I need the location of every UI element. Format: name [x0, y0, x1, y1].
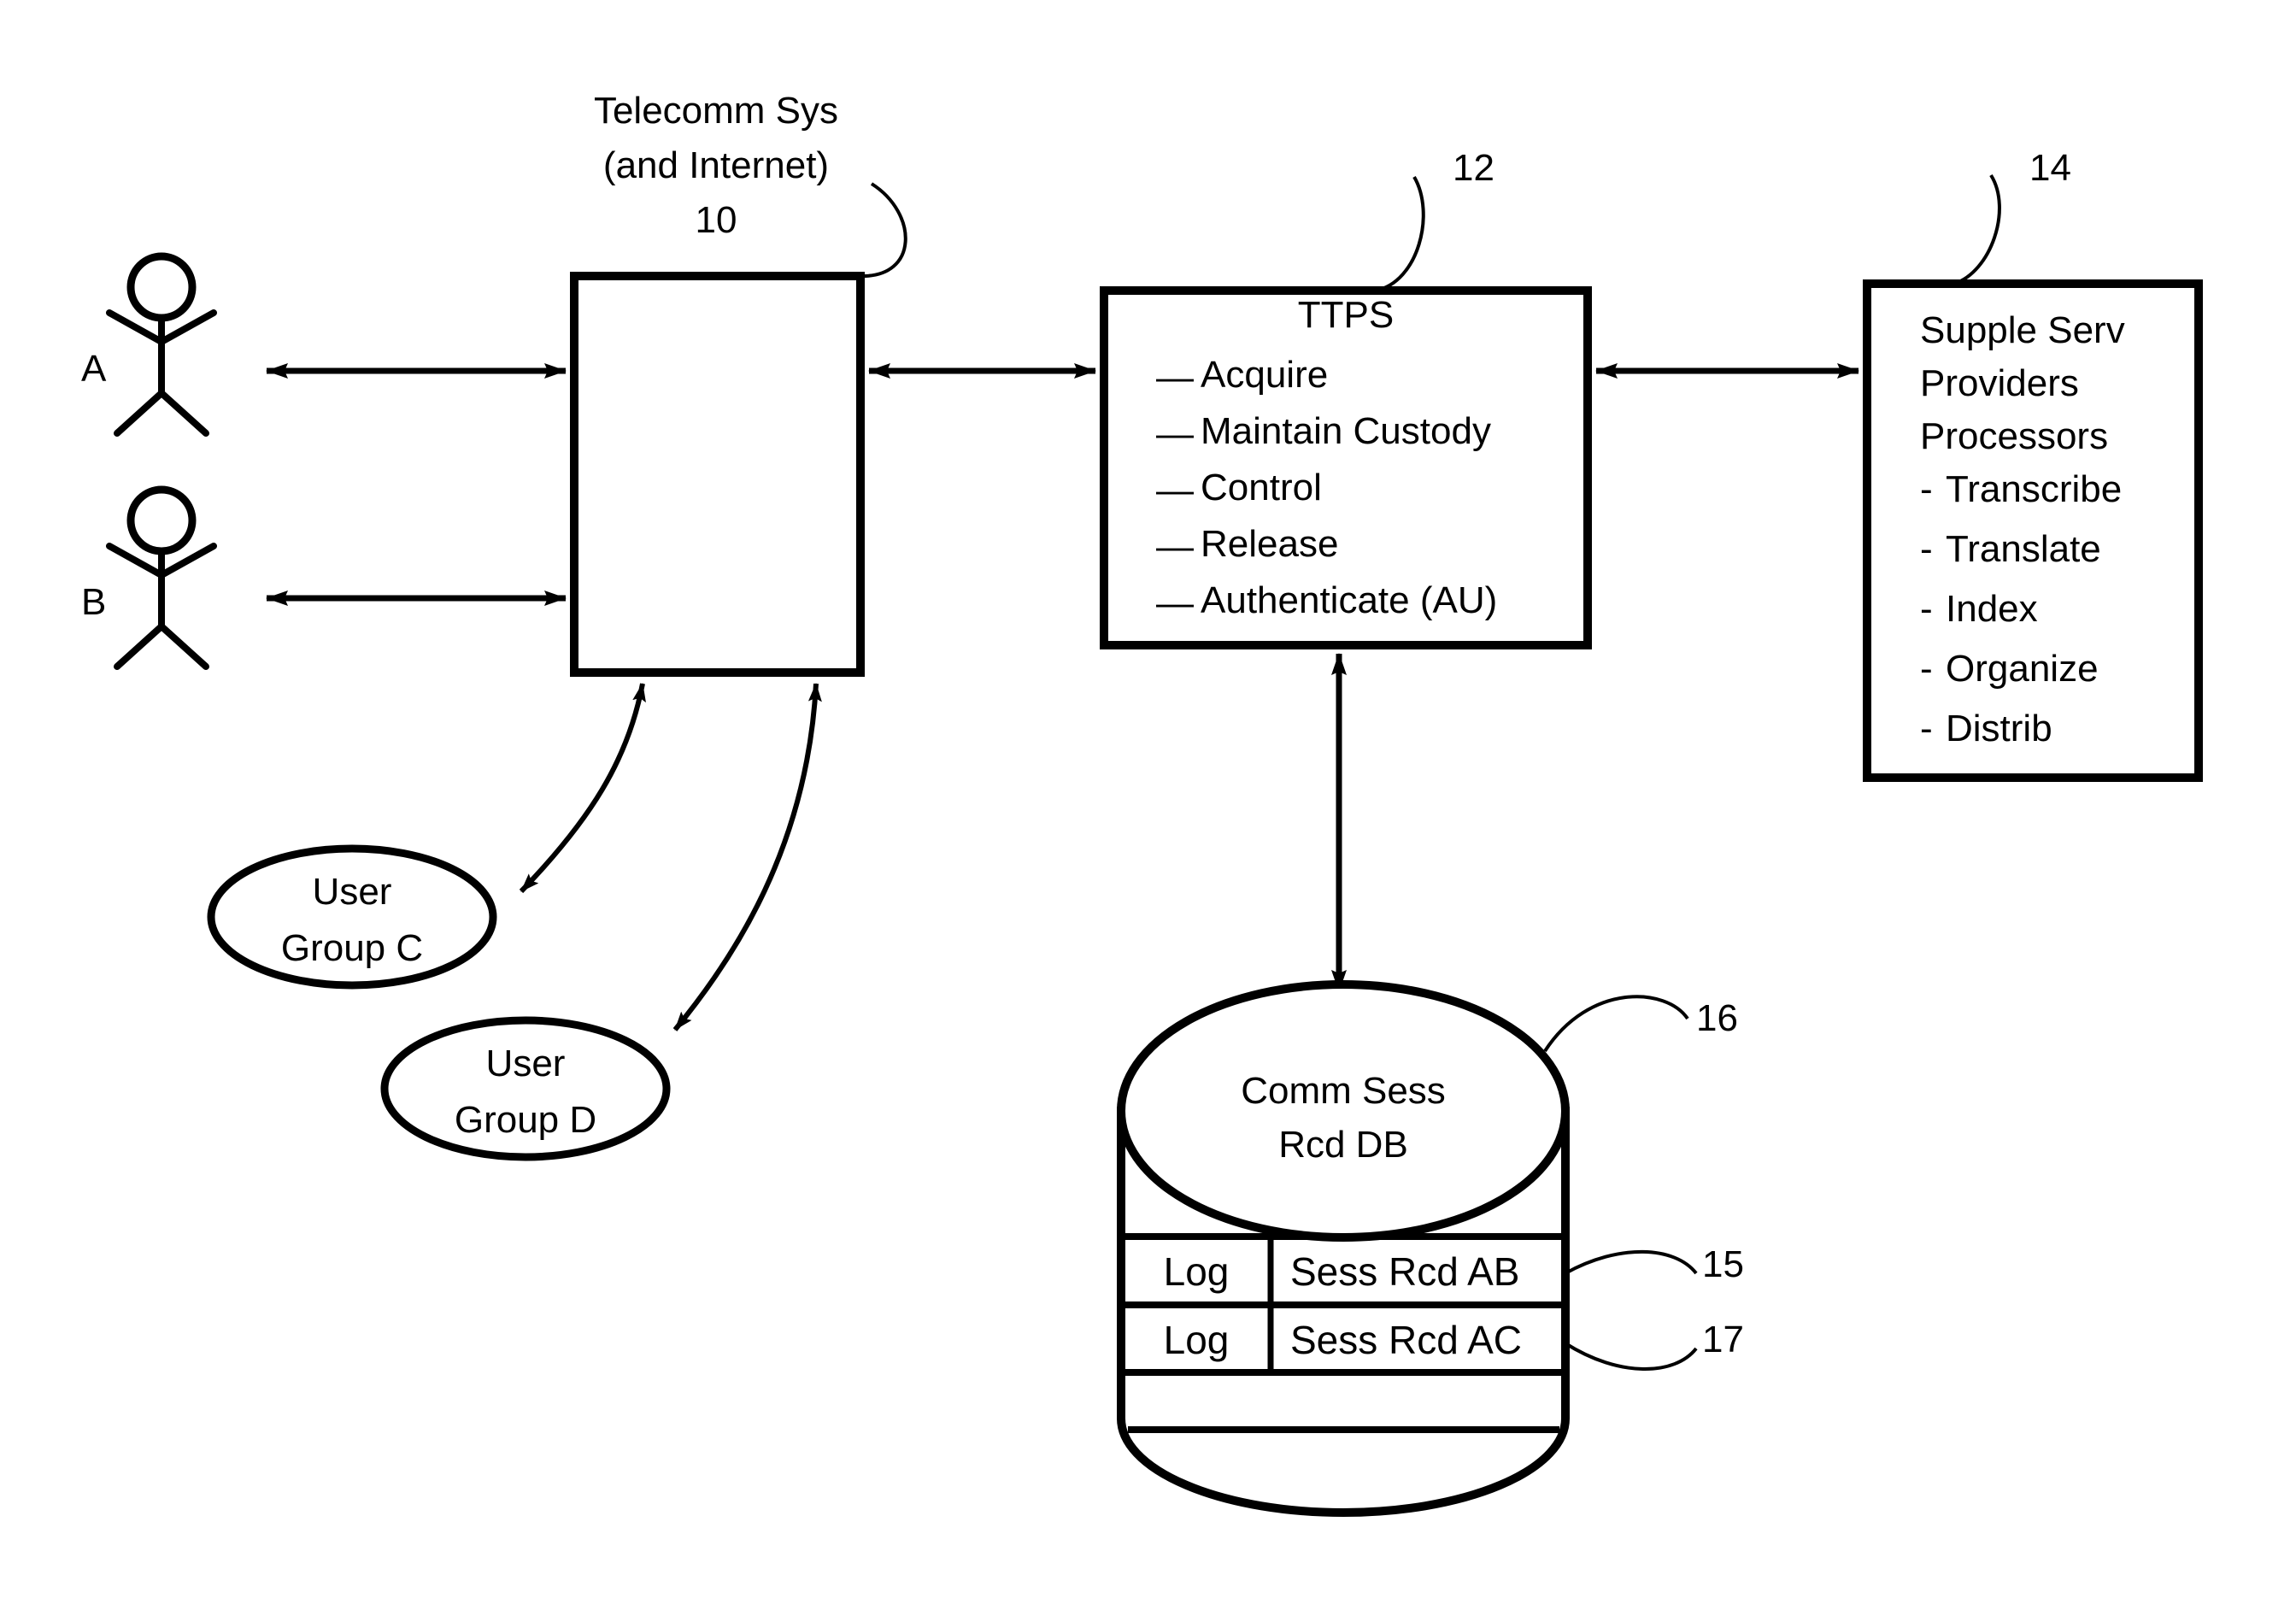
- ttps-bullet-2: —: [1156, 469, 1194, 511]
- arrow-telecom-to-user-group-d: [672, 683, 822, 1031]
- reference-numeral-15: 15: [1702, 1243, 1744, 1285]
- database-title-line2: Rcd DB: [1278, 1124, 1408, 1166]
- database-row-0-log: Log: [1163, 1249, 1230, 1294]
- ttps-item-0: Acquire: [1201, 354, 1329, 396]
- user-group-c-line1: User: [312, 871, 392, 913]
- ttps-title: TTPS: [1297, 294, 1395, 336]
- supple-bullet-2: -: [1920, 588, 1933, 630]
- supple-bullet-4: -: [1920, 708, 1933, 749]
- reference-numeral-12: 12: [1453, 147, 1494, 189]
- leader-line-16: [1543, 995, 1689, 1053]
- ttps-bullet-4: —: [1156, 582, 1194, 624]
- supple-bullet-1: -: [1920, 528, 1933, 570]
- leader-line-10: [860, 182, 907, 279]
- arrow-telecom-to-user-group-c: [519, 683, 646, 894]
- stick-figure-b-glyph: [106, 485, 217, 670]
- supple-item-4: Distrib: [1946, 708, 2052, 749]
- supple-item-2: Index: [1946, 588, 2038, 630]
- patent-figure: A B Telecomm Sys (and Internet) 10 TTPS …: [0, 0, 2296, 1604]
- supple-item-1: Translate: [1946, 528, 2101, 570]
- leader-line-17: [1564, 1342, 1698, 1371]
- actor-label-b: B: [81, 581, 107, 623]
- ttps-item-3: Release: [1201, 523, 1339, 565]
- user-group-d-line2: Group D: [454, 1099, 597, 1141]
- leader-line-12: [1375, 175, 1425, 292]
- database-row-1-log: Log: [1163, 1318, 1230, 1362]
- reference-numeral-10: 10: [695, 199, 737, 241]
- diagram-vector-layer: [106, 173, 2203, 1517]
- supple-item-3: Organize: [1946, 648, 2099, 690]
- supple-bullet-3: -: [1920, 648, 1933, 690]
- actor-label-a: A: [81, 348, 107, 390]
- user-group-d-line1: User: [485, 1043, 566, 1084]
- ttps-bullet-3: —: [1156, 526, 1194, 567]
- ttps-item-1: Maintain Custody: [1201, 410, 1491, 452]
- telecom-title-line2: (and Internet): [602, 144, 830, 186]
- ttps-bullet-1: —: [1156, 413, 1194, 455]
- supple-heading-2: Processors: [1920, 415, 2109, 457]
- database-row-0-record: Sess Rcd AB: [1290, 1249, 1520, 1294]
- reference-numeral-17: 17: [1702, 1319, 1744, 1360]
- reference-numeral-14: 14: [2029, 147, 2071, 189]
- supple-heading-0: Supple Serv: [1920, 309, 2125, 351]
- reference-numeral-16: 16: [1696, 997, 1738, 1039]
- ttps-item-2: Control: [1201, 467, 1322, 508]
- leader-line-14: [1953, 173, 2001, 285]
- telecom-system-box: [570, 272, 865, 677]
- database-row-1-record: Sess Rcd AC: [1290, 1318, 1522, 1362]
- supple-item-0: Transcribe: [1946, 468, 2123, 510]
- user-group-c-line2: Group C: [280, 927, 424, 969]
- stick-figure-a-glyph: [106, 252, 217, 437]
- database-cylinder: [1117, 980, 1570, 1517]
- supple-bullet-0: -: [1920, 468, 1933, 510]
- ttps-item-4: Authenticate (AU): [1201, 579, 1498, 621]
- leader-line-15: [1565, 1249, 1698, 1275]
- ttps-bullet-0: —: [1156, 356, 1194, 398]
- telecom-title-line1: Telecomm Sys: [593, 90, 839, 132]
- supple-heading-1: Providers: [1920, 362, 2079, 404]
- database-title-line1: Comm Sess: [1241, 1070, 1446, 1112]
